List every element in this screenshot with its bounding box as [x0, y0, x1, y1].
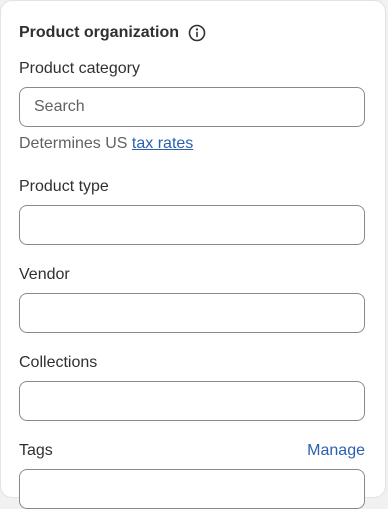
tags-label: Tags — [19, 442, 53, 459]
product-category-search-input[interactable] — [19, 87, 365, 127]
helper-text: Determines US — [19, 135, 132, 152]
collections-label: Collections — [19, 354, 98, 371]
card-title: Product organization — [19, 24, 179, 41]
vendor-label-row: Vendor — [19, 265, 365, 285]
collections-input[interactable] — [19, 381, 365, 421]
product-category-label-row: Product category — [19, 59, 365, 79]
product-category-helper: Determines US tax rates — [19, 135, 365, 155]
info-circle-icon[interactable] — [188, 24, 206, 42]
product-type-label-row: Product type — [19, 177, 365, 197]
tags-label-row: Tags Manage — [19, 441, 365, 461]
vendor-label: Vendor — [19, 266, 70, 283]
card-header: Product organization — [19, 22, 365, 44]
product-organization-card: Product organization Product category De… — [0, 0, 386, 509]
manage-tags-link[interactable]: Manage — [307, 442, 365, 460]
collections-label-row: Collections — [19, 353, 365, 373]
tax-rates-link[interactable]: tax rates — [132, 135, 193, 152]
tags-input[interactable] — [19, 469, 365, 509]
product-type-input[interactable] — [19, 205, 365, 245]
vendor-input[interactable] — [19, 293, 365, 333]
product-type-label: Product type — [19, 178, 109, 195]
product-category-label: Product category — [19, 60, 140, 77]
